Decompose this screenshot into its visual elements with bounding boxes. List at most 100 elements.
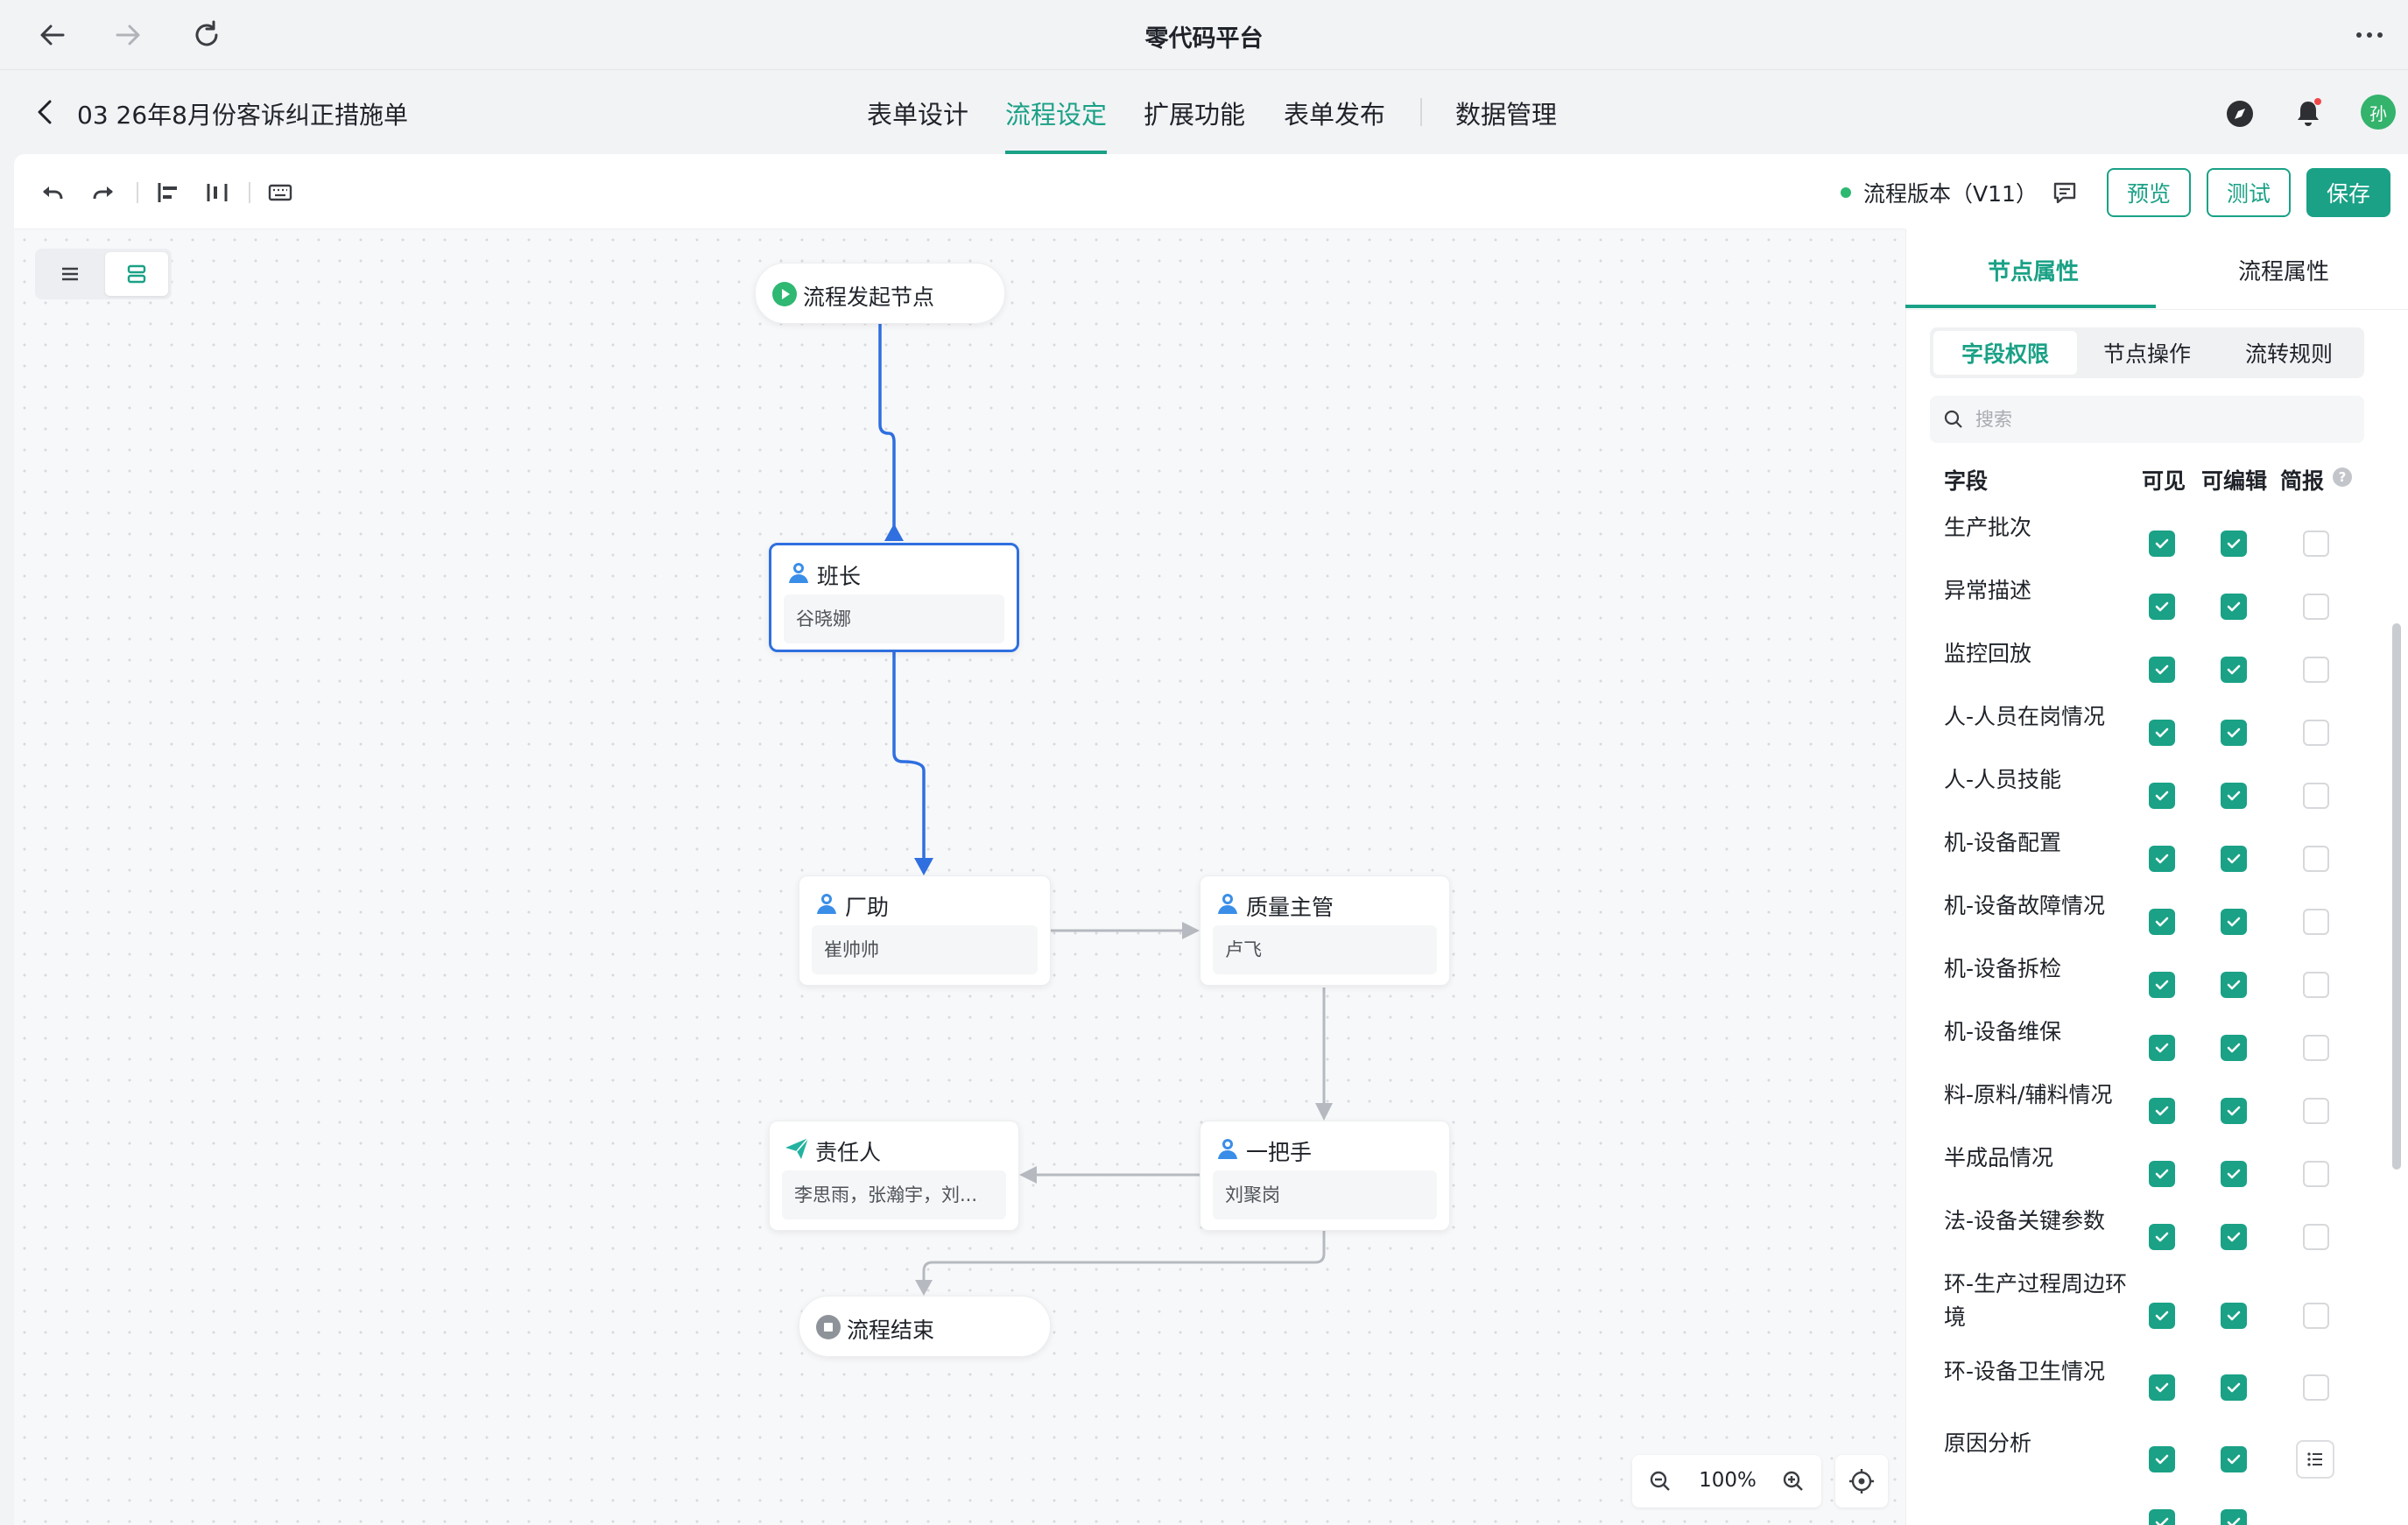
visible-checkbox[interactable] — [2149, 1374, 2175, 1401]
brief-checkbox[interactable] — [2303, 1161, 2329, 1187]
flow-node-changzhu[interactable]: 厂助 崔帅帅 — [799, 875, 1051, 986]
more-menu-icon[interactable] — [2350, 16, 2389, 54]
editable-checkbox[interactable] — [2221, 1224, 2247, 1250]
visible-checkbox[interactable] — [2149, 531, 2175, 557]
field-row: 半成品情况 — [1930, 1142, 2385, 1205]
subtab-transfer-rules[interactable]: 流转规则 — [2217, 331, 2361, 375]
compass-icon[interactable] — [2222, 96, 2257, 131]
brief-checkbox[interactable] — [2303, 1035, 2329, 1061]
visible-checkbox[interactable] — [2149, 909, 2175, 935]
brief-checkbox[interactable] — [2303, 657, 2329, 683]
editable-checkbox[interactable] — [2221, 1509, 2247, 1525]
flow-node-top-leader[interactable]: 一把手 刘聚岗 — [1200, 1121, 1450, 1231]
undo-icon[interactable] — [37, 177, 68, 208]
field-name: 法-设备关键参数 — [1944, 1208, 2106, 1233]
help-icon[interactable]: ? — [2331, 466, 2354, 488]
visible-checkbox[interactable] — [2149, 783, 2175, 809]
editable-checkbox[interactable] — [2221, 1161, 2247, 1187]
search-input[interactable] — [1975, 403, 2343, 436]
editable-checkbox[interactable] — [2221, 657, 2247, 683]
card-view-button[interactable] — [105, 252, 168, 296]
visible-checkbox[interactable] — [2149, 1224, 2175, 1250]
brief-checkbox[interactable] — [2303, 531, 2329, 557]
subtab-field-permissions[interactable]: 字段权限 — [1933, 331, 2077, 375]
flow-node-banzhang[interactable]: 班长 谷晓娜 — [769, 543, 1019, 652]
brief-checkbox[interactable] — [2303, 909, 2329, 935]
editable-checkbox[interactable] — [2221, 1303, 2247, 1329]
tab-form-publish[interactable]: 表单发布 — [1284, 95, 1385, 131]
brief-checkbox[interactable] — [2303, 720, 2329, 746]
tab-extensions[interactable]: 扩展功能 — [1144, 95, 1245, 131]
tab-form-design[interactable]: 表单设计 — [867, 95, 968, 131]
visible-checkbox[interactable] — [2149, 720, 2175, 746]
search-icon — [1942, 408, 1965, 431]
brief-checkbox[interactable] — [2303, 783, 2329, 809]
editable-checkbox[interactable] — [2221, 846, 2247, 872]
editable-checkbox[interactable] — [2221, 783, 2247, 809]
visible-checkbox[interactable] — [2149, 1446, 2175, 1472]
editable-checkbox[interactable] — [2221, 1446, 2247, 1472]
options-list-button[interactable] — [2296, 1440, 2334, 1479]
field-row: 机-设备维保 — [1930, 1015, 2385, 1079]
editable-checkbox[interactable] — [2221, 972, 2247, 998]
editable-checkbox[interactable] — [2221, 1035, 2247, 1061]
brief-checkbox[interactable] — [2303, 1224, 2329, 1250]
flow-version[interactable]: 流程版本（V11） — [1863, 177, 2038, 208]
test-button[interactable]: 测试 — [2207, 168, 2291, 217]
field-permission-list: 品种规格生产批次异常描述监控回放人-人员在岗情况人-人员技能机-设备配置机-设备… — [1930, 495, 2385, 1525]
brief-checkbox[interactable] — [2303, 594, 2329, 620]
field-name: 料-原料/辅料情况 — [1944, 1082, 2113, 1107]
brief-checkbox[interactable] — [2303, 1303, 2329, 1329]
visible-checkbox[interactable] — [2149, 1035, 2175, 1061]
flow-node-quality-manager[interactable]: 质量主管 卢飞 — [1200, 875, 1450, 986]
svg-text:?: ? — [2339, 469, 2347, 485]
field-row: 异常描述 — [1930, 574, 2385, 637]
comment-icon[interactable] — [2047, 175, 2082, 210]
visible-checkbox[interactable] — [2149, 972, 2175, 998]
chevron-left-icon[interactable] — [30, 96, 61, 128]
user-icon — [813, 890, 840, 917]
brief-checkbox[interactable] — [2303, 1374, 2329, 1401]
visible-checkbox[interactable] — [2149, 1509, 2175, 1525]
zoom-in-icon[interactable] — [1778, 1465, 1809, 1497]
brief-checkbox[interactable] — [2303, 1098, 2329, 1124]
visible-checkbox[interactable] — [2149, 1161, 2175, 1187]
tab-node-properties[interactable]: 节点属性 — [1988, 254, 2079, 286]
redo-icon[interactable] — [88, 177, 119, 208]
tab-flow-properties[interactable]: 流程属性 — [2238, 254, 2329, 286]
app-header: 03 26年8月份客诉纠正措施单 表单设计 流程设定 扩展功能 表单发布 数据管… — [0, 70, 2408, 154]
visible-checkbox[interactable] — [2149, 1098, 2175, 1124]
editable-checkbox[interactable] — [2221, 594, 2247, 620]
keyboard-icon[interactable] — [264, 177, 296, 208]
editable-checkbox[interactable] — [2221, 1098, 2247, 1124]
tab-flow-settings[interactable]: 流程设定 — [1005, 95, 1107, 131]
visible-checkbox[interactable] — [2149, 594, 2175, 620]
column-header-field: 字段 — [1944, 468, 1989, 494]
start-node[interactable]: 流程发起节点 — [755, 263, 1005, 324]
editable-checkbox[interactable] — [2221, 909, 2247, 935]
editable-checkbox[interactable] — [2221, 1374, 2247, 1401]
visible-checkbox[interactable] — [2149, 657, 2175, 683]
flow-node-responsible[interactable]: 责任人 李思雨，张瀚宇，刘... — [769, 1121, 1019, 1231]
align-left-icon[interactable] — [152, 177, 184, 208]
zoom-out-icon[interactable] — [1644, 1465, 1676, 1497]
list-view-button[interactable] — [39, 252, 102, 296]
editable-checkbox[interactable] — [2221, 720, 2247, 746]
scrollbar[interactable] — [2392, 623, 2401, 1170]
visible-checkbox[interactable] — [2149, 1303, 2175, 1329]
field-row: 机-设备拆检 — [1930, 952, 2385, 1015]
editor-toolbar — [14, 154, 1905, 229]
save-button[interactable]: 保存 — [2306, 168, 2390, 217]
preview-button[interactable]: 预览 — [2107, 168, 2191, 217]
tab-data-management[interactable]: 数据管理 — [1455, 95, 1557, 131]
bell-icon[interactable] — [2291, 96, 2326, 131]
subtab-node-operations[interactable]: 节点操作 — [2075, 331, 2219, 375]
visible-checkbox[interactable] — [2149, 846, 2175, 872]
avatar[interactable]: 孙 — [2361, 95, 2396, 130]
editable-checkbox[interactable] — [2221, 531, 2247, 557]
brief-checkbox[interactable] — [2303, 846, 2329, 872]
end-node[interactable]: 流程结束 — [799, 1296, 1051, 1357]
locate-icon[interactable] — [1835, 1455, 1888, 1507]
brief-checkbox[interactable] — [2303, 972, 2329, 998]
align-center-icon[interactable] — [201, 177, 233, 208]
